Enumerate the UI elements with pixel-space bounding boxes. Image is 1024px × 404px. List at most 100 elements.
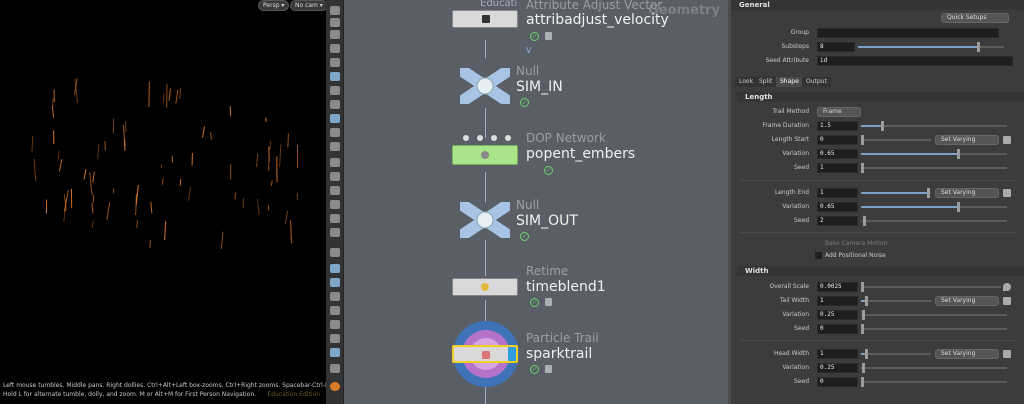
tab-look[interactable]: Look [735,77,758,87]
display-flag-icon[interactable]: ✓ [544,166,553,175]
reset-icon[interactable] [1003,297,1011,305]
seed-field[interactable]: 2 [817,216,858,226]
handle-icon[interactable] [330,172,340,181]
node-name-label[interactable]: SIM_OUT [516,213,578,229]
null-node-icon[interactable] [460,202,510,238]
set-varying-button[interactable]: Set Varying [935,135,999,145]
transform-icon[interactable] [330,200,340,209]
wire-icon[interactable] [330,264,340,273]
set-varying-button[interactable]: Set Varying [935,349,999,359]
display-flag-icon[interactable]: ✓ [530,298,539,307]
brush-icon[interactable] [330,228,340,237]
image-icon[interactable] [330,306,340,315]
measure-icon[interactable] [330,186,340,195]
ortho-icon[interactable] [330,364,340,373]
node-sparktrail[interactable] [452,345,518,363]
box-icon[interactable] [330,278,340,287]
display-flag-icon[interactable]: ✓ [520,232,529,241]
seed-field[interactable]: 0 [817,324,858,334]
lock-icon[interactable] [545,365,552,373]
record-icon[interactable] [330,382,340,391]
node-name-label[interactable]: timeblend1 [526,279,606,295]
select-icon[interactable] [330,142,340,151]
pin-icon[interactable] [1003,283,1011,291]
node-popent-embers[interactable] [452,145,518,165]
perspective-menu[interactable]: Persp ▾ [258,0,290,11]
frame-duration-slider[interactable] [861,121,1007,131]
flag-icon[interactable] [330,292,340,301]
lock-icon[interactable] [545,298,552,306]
variation-field[interactable]: 0.65 [817,202,858,212]
frame-duration-field[interactable]: 1.5 [817,121,858,131]
dot-icon[interactable] [330,158,340,167]
reset-icon[interactable] [1003,189,1011,197]
null-node-icon[interactable] [460,68,510,104]
ghost-icon[interactable] [330,18,340,27]
variation-field[interactable]: 0.25 [817,310,858,320]
node-attribadjust-velocity[interactable] [452,10,518,28]
light-icon[interactable] [330,72,340,81]
display-flag-icon[interactable]: ✓ [520,98,529,107]
node-name-label[interactable]: popent_embers [526,146,635,162]
tab-shape[interactable]: Shape [776,77,803,87]
variation-slider[interactable] [861,310,1007,320]
group-field[interactable] [817,28,999,38]
camera-icon[interactable] [330,44,340,53]
snap-icon[interactable] [330,128,340,137]
tab-output[interactable]: Output [802,77,831,87]
network-editor[interactable]: Geometry V Educati Attribute Adjust Vect… [344,0,728,404]
lock-icon[interactable] [545,32,552,40]
variation-slider[interactable] [861,202,1007,212]
reset-icon[interactable] [1003,350,1011,358]
length-end-slider[interactable] [861,188,931,198]
tail-width-field[interactable]: 1 [817,296,858,306]
shading-icon[interactable] [330,58,340,67]
length-end-field[interactable]: 1 [817,188,858,198]
tail-width-slider[interactable] [861,296,931,306]
seed-slider[interactable] [861,216,1007,226]
display-flag-icon[interactable]: ✓ [530,365,539,374]
grid-icon[interactable] [330,114,340,123]
key-icon[interactable] [330,320,340,329]
tab-split[interactable]: Split [755,77,777,87]
view-icon[interactable] [330,348,340,357]
reset-icon[interactable] [1003,136,1011,144]
variation-slider[interactable] [861,363,1007,373]
lock-icon[interactable] [330,30,340,39]
variation-slider[interactable] [861,149,1007,159]
node-name-label[interactable]: attribadjust_velocity [526,12,669,28]
seed-slider[interactable] [861,377,1007,387]
overall-scale-field[interactable]: 0.0025 [817,282,858,292]
positional-noise-checkbox[interactable] [815,252,822,259]
length-start-slider[interactable] [861,135,931,145]
variation-field[interactable]: 0.65 [817,149,858,159]
substeps-slider[interactable] [858,42,1004,52]
sphere-icon[interactable] [330,334,340,343]
bulb-alt-icon[interactable] [330,100,340,109]
head-width-field[interactable]: 1 [817,349,858,359]
head-width-slider[interactable] [861,349,931,359]
length-header[interactable]: Length [737,92,1024,102]
seed-attribute-field[interactable]: id [817,56,1013,66]
node-name-label[interactable]: sparktrail [526,346,592,362]
length-start-field[interactable]: 0 [817,135,858,145]
width-header[interactable]: Width [737,266,1024,276]
trail-method-menu[interactable]: Frame [817,107,861,117]
node-timeblend1[interactable] [452,278,518,296]
seed-slider[interactable] [861,163,1007,173]
pose-icon[interactable] [330,214,340,223]
set-varying-button[interactable]: Set Varying [935,296,999,306]
scene-viewport[interactable]: Persp ▾ No cam ▾ Left mouse tumbles. Mid… [0,0,326,404]
seed-field[interactable]: 1 [817,163,858,173]
edge-icon[interactable] [330,248,340,257]
set-varying-button[interactable]: Set Varying [935,188,999,198]
node-name-label[interactable]: SIM_IN [516,79,563,95]
camera-menu[interactable]: No cam ▾ [290,0,326,11]
bulb-icon[interactable] [330,86,340,95]
quick-setups-menu[interactable]: Quick Setups [941,13,1009,23]
display-flag-icon[interactable]: ✓ [530,32,539,41]
general-header[interactable]: General [731,0,1024,10]
variation-field[interactable]: 0.25 [817,363,858,373]
seed-field[interactable]: 0 [817,377,858,387]
display-options-icon[interactable] [330,6,340,15]
